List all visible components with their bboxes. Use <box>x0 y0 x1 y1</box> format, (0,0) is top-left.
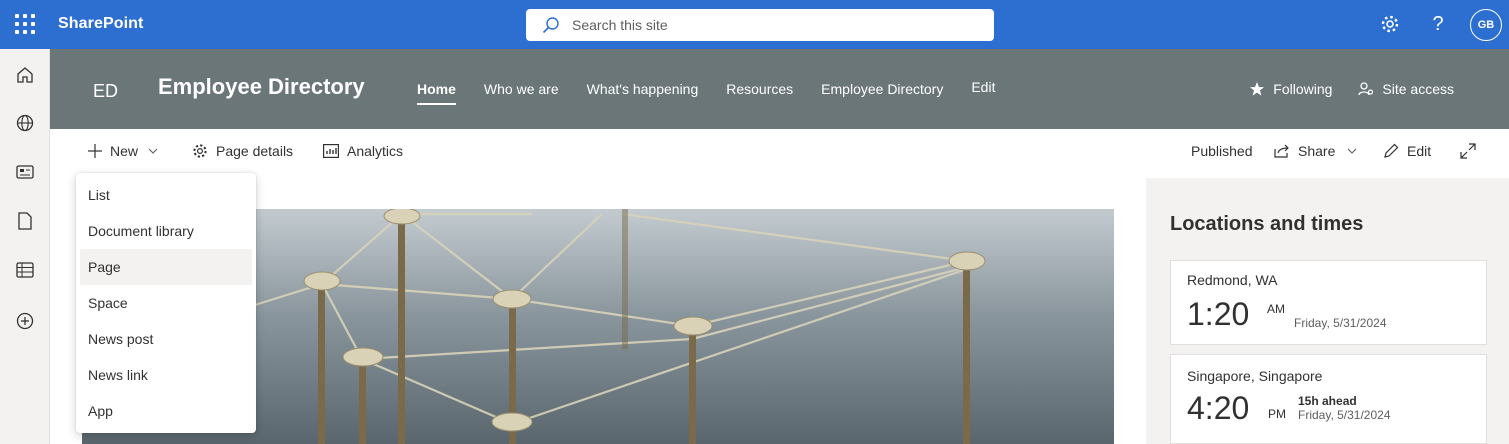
locations-panel: Locations and times Redmond, WA 1:20 AM … <box>1146 178 1509 444</box>
location-time: 4:20 <box>1187 390 1250 426</box>
list-icon[interactable] <box>15 260 35 280</box>
menu-item-app[interactable]: App <box>80 393 252 429</box>
menu-item-document-library[interactable]: Document library <box>80 213 252 249</box>
location-time: 1:20 <box>1187 296 1250 332</box>
expand-button[interactable] <box>1460 143 1484 159</box>
menu-item-news-link[interactable]: News link <box>80 357 252 393</box>
header-actions: Following Site access <box>1223 81 1454 97</box>
nav-item-resources[interactable]: Resources <box>726 81 793 105</box>
location-ampm: PM <box>1268 407 1286 421</box>
brand-name[interactable]: SharePoint <box>58 15 143 33</box>
following-button[interactable]: Following <box>1249 81 1332 97</box>
site-logo[interactable]: ED <box>93 81 118 102</box>
page-details-label: Page details <box>216 143 294 159</box>
chevron-down-icon <box>1347 148 1357 154</box>
locations-title: Locations and times <box>1170 213 1364 235</box>
page-details-button[interactable]: Page details <box>192 143 293 159</box>
location-date: Friday, 5/31/2024 <box>1294 316 1387 330</box>
avatar[interactable]: GB <box>1470 9 1502 41</box>
location-ampm: AM <box>1267 302 1285 316</box>
search-box[interactable]: Search this site <box>526 9 994 41</box>
location-offset: 15h ahead <box>1298 394 1357 408</box>
app-bar <box>0 49 50 444</box>
site-header: ED Employee Directory Home Who we are Wh… <box>50 49 1509 129</box>
add-circle-icon[interactable] <box>15 311 35 331</box>
nav-item-who-we-are[interactable]: Who we are <box>484 81 559 105</box>
nav-item-home[interactable]: Home <box>417 81 456 105</box>
nav-item-employee-directory[interactable]: Employee Directory <box>821 81 943 105</box>
plus-icon <box>88 144 102 158</box>
share-icon <box>1274 144 1289 158</box>
location-card-singapore: Singapore, Singapore 4:20 PM 15h ahead F… <box>1170 354 1487 444</box>
new-dropdown-menu: List Document library Page Space News po… <box>76 173 256 433</box>
people-settings-icon <box>1358 82 1374 96</box>
location-city: Singapore, Singapore <box>1187 368 1323 384</box>
expand-icon <box>1460 143 1476 159</box>
location-card-redmond: Redmond, WA 1:20 AM Friday, 5/31/2024 <box>1170 260 1487 345</box>
suite-bar: SharePoint Search this site ? GB <box>0 0 1509 49</box>
share-label: Share <box>1298 143 1336 159</box>
menu-item-space[interactable]: Space <box>80 285 252 321</box>
analytics-button[interactable]: Analytics <box>323 143 403 159</box>
published-status: Published <box>1191 143 1253 159</box>
site-title[interactable]: Employee Directory <box>158 74 365 100</box>
chevron-down-icon <box>148 148 158 154</box>
site-navigation: Home Who we are What's happening Resourc… <box>417 79 1023 105</box>
analytics-label: Analytics <box>347 143 404 159</box>
gear-icon <box>193 144 207 158</box>
location-city: Redmond, WA <box>1187 272 1278 288</box>
site-access-label: Site access <box>1382 81 1454 97</box>
edit-button[interactable]: Edit <box>1383 143 1431 159</box>
app-launcher-icon[interactable] <box>15 14 35 34</box>
command-bar: New Page details Analytics Published Sha… <box>50 129 1509 175</box>
star-icon <box>1250 82 1265 96</box>
share-button[interactable]: Share <box>1274 143 1365 159</box>
new-label: New <box>110 143 139 159</box>
menu-item-list[interactable]: List <box>80 177 252 213</box>
help-icon[interactable]: ? <box>1426 12 1450 36</box>
following-label: Following <box>1273 81 1333 97</box>
search-input[interactable]: Search this site <box>572 17 668 33</box>
search-icon <box>542 17 559 34</box>
pencil-icon <box>1384 143 1399 158</box>
menu-item-news-post[interactable]: News post <box>80 321 252 357</box>
analytics-icon <box>323 144 339 158</box>
edit-label: Edit <box>1407 143 1432 159</box>
globe-icon[interactable] <box>15 113 35 133</box>
menu-item-page[interactable]: Page <box>80 249 252 285</box>
site-access-button[interactable]: Site access <box>1358 81 1454 97</box>
home-icon[interactable] <box>15 65 35 85</box>
news-icon[interactable] <box>15 162 35 182</box>
new-button[interactable]: New <box>88 143 166 159</box>
nav-item-whats-happening[interactable]: What's happening <box>587 81 699 105</box>
nav-edit-link[interactable]: Edit <box>971 79 995 103</box>
settings-gear-icon[interactable] <box>1378 12 1402 36</box>
file-icon[interactable] <box>15 211 35 231</box>
location-date: Friday, 5/31/2024 <box>1298 408 1391 422</box>
